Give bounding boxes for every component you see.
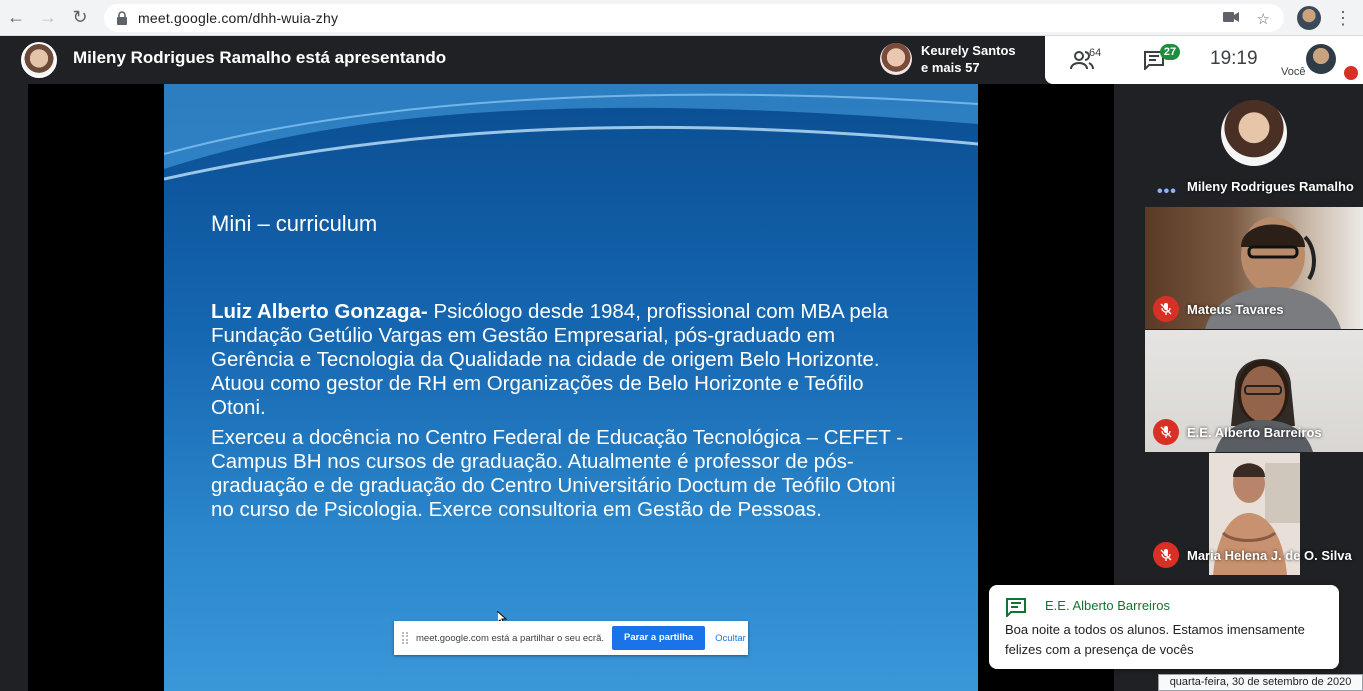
slide-body: Luiz Alberto Gonzaga- Psicólogo desde 19… [211, 300, 911, 528]
mic-off-icon [1153, 419, 1179, 445]
chat-count-badge: 27 [1160, 44, 1180, 60]
mic-off-icon [1153, 542, 1179, 568]
self-label: Você [1281, 66, 1306, 78]
slide-wave-decoration [164, 84, 978, 181]
chat-message: Boa noite a todos os alunos. Estamos ime… [1005, 622, 1305, 657]
hide-share-bar-button[interactable]: Ocultar [715, 633, 746, 644]
participant-name: Mileny Rodrigues Ramalho [1187, 179, 1354, 194]
others-avatar[interactable] [880, 43, 912, 75]
slide-paragraph-2: Exerceu a docência no Centro Federal de … [211, 426, 904, 521]
bookmark-star-icon[interactable]: ☆ [1257, 10, 1270, 28]
others-name: Keurely Santos [921, 43, 1016, 58]
slide-title: Mini – curriculum [211, 211, 378, 236]
lock-icon[interactable] [116, 11, 130, 25]
mic-off-icon [1153, 296, 1179, 322]
meeting-clock: 19:19 [1210, 48, 1258, 69]
url-text: meet.google.com/dhh-wuia-zhy [138, 10, 339, 26]
self-avatar[interactable] [1306, 44, 1336, 74]
others-count: e mais 57 [921, 60, 980, 75]
browser-menu-icon[interactable]: ⋮ [1334, 6, 1352, 30]
address-bar[interactable]: meet.google.com/dhh-wuia-zhy ☆ [104, 4, 1284, 32]
people-count: 64 [1089, 47, 1102, 59]
chat-sender: E.E. Alberto Barreiros [1045, 598, 1170, 613]
slide-name-bold: Luiz Alberto Gonzaga- [211, 300, 428, 323]
message-icon [1006, 598, 1026, 617]
others-presenting-label[interactable]: Keurely Santos e mais 57 [921, 42, 1016, 76]
participant-name: Mateus Tavares [1187, 302, 1284, 317]
screen-share-bar: meet.google.com está a partilhar o seu e… [394, 621, 748, 655]
camera-in-use-icon[interactable] [1222, 10, 1239, 28]
slide-paragraph-1: Luiz Alberto Gonzaga- Psicólogo desde 19… [211, 300, 911, 420]
self-mic-off-icon [1344, 66, 1358, 80]
presenter-avatar [21, 42, 57, 78]
reload-icon[interactable]: ↻ [64, 0, 96, 36]
presented-slide: Mini – curriculum Luiz Alberto Gonzaga- … [164, 84, 978, 691]
browser-profile-avatar[interactable] [1297, 6, 1321, 30]
speaking-indicator-icon: ••• [1157, 183, 1177, 200]
participant-name: Maria Helena J. de O. Silva [1187, 548, 1352, 563]
drag-handle-icon[interactable] [402, 632, 408, 644]
chat-notification[interactable]: E.E. Alberto Barreiros Boa noite a todos… [989, 585, 1339, 669]
participant-name: E.E. Alberto Barreiros [1187, 425, 1322, 440]
participant-avatar [1221, 100, 1287, 166]
share-status-text: meet.google.com está a partilhar o seu e… [416, 632, 604, 644]
forward-arrow-icon[interactable]: → [32, 0, 64, 36]
date-tooltip: quarta-feira, 30 de setembro de 2020 [1158, 674, 1363, 691]
back-arrow-icon[interactable]: ← [0, 0, 32, 36]
stop-sharing-button[interactable]: Parar a partilha [612, 626, 706, 650]
presenter-title: Mileny Rodrigues Ramalho está apresentan… [73, 48, 447, 67]
